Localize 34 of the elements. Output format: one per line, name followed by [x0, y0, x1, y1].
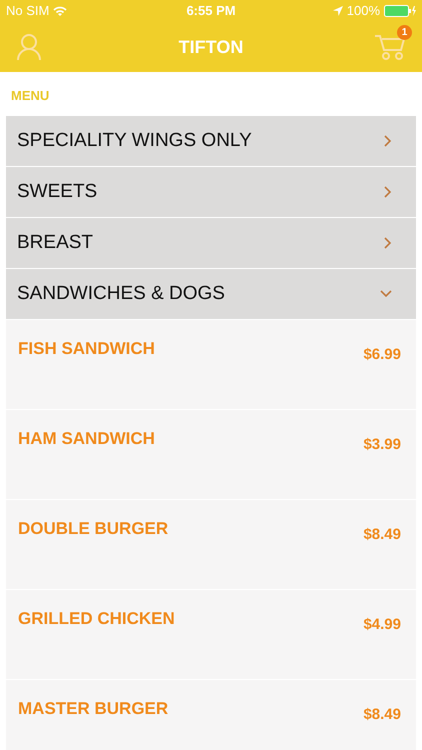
profile-icon[interactable] — [16, 33, 42, 61]
menu-item[interactable]: DOUBLE BURGER $8.49 — [6, 500, 416, 590]
battery-icon — [384, 5, 416, 17]
menu-item[interactable]: MASTER BURGER $8.49 — [6, 680, 416, 750]
item-price: $8.49 — [363, 525, 401, 545]
page-title: TIFTON — [178, 36, 244, 56]
item-name: MASTER BURGER — [18, 698, 170, 720]
time-label: 6:55 PM — [186, 2, 236, 20]
menu-item[interactable]: GRILLED CHICKEN $4.99 — [6, 590, 416, 680]
location-icon — [332, 6, 343, 16]
item-price: $4.99 — [363, 615, 401, 635]
category-row[interactable]: SWEETS — [6, 167, 416, 218]
wifi-icon — [53, 6, 68, 16]
menu-item[interactable]: HAM SANDWICH $3.99 — [6, 410, 416, 500]
category-row[interactable]: SPECIALITY WINGS ONLY — [6, 116, 416, 167]
chevron-down-icon — [380, 290, 392, 298]
section-label: MENU — [11, 88, 50, 103]
item-name: HAM SANDWICH — [18, 428, 156, 450]
item-name: GRILLED CHICKEN — [18, 608, 176, 630]
category-row[interactable]: SANDWICHES & DOGS — [6, 269, 416, 320]
cart-icon[interactable] — [374, 33, 406, 61]
category-row[interactable]: BREAST — [6, 218, 416, 269]
item-price: $6.99 — [363, 345, 401, 365]
cart-count-badge: 1 — [397, 25, 412, 40]
item-price: $8.49 — [363, 705, 401, 725]
chevron-right-icon — [384, 186, 392, 198]
chevron-right-icon — [384, 135, 392, 147]
battery-label: 100% — [346, 2, 380, 20]
item-price: $3.99 — [363, 435, 401, 455]
item-name: DOUBLE BURGER — [18, 518, 170, 540]
item-name: FISH SANDWICH — [18, 338, 156, 360]
chevron-right-icon — [384, 237, 392, 249]
menu-item[interactable]: FISH SANDWICH $6.99 — [6, 320, 416, 410]
carrier-label: No SIM — [6, 2, 50, 20]
